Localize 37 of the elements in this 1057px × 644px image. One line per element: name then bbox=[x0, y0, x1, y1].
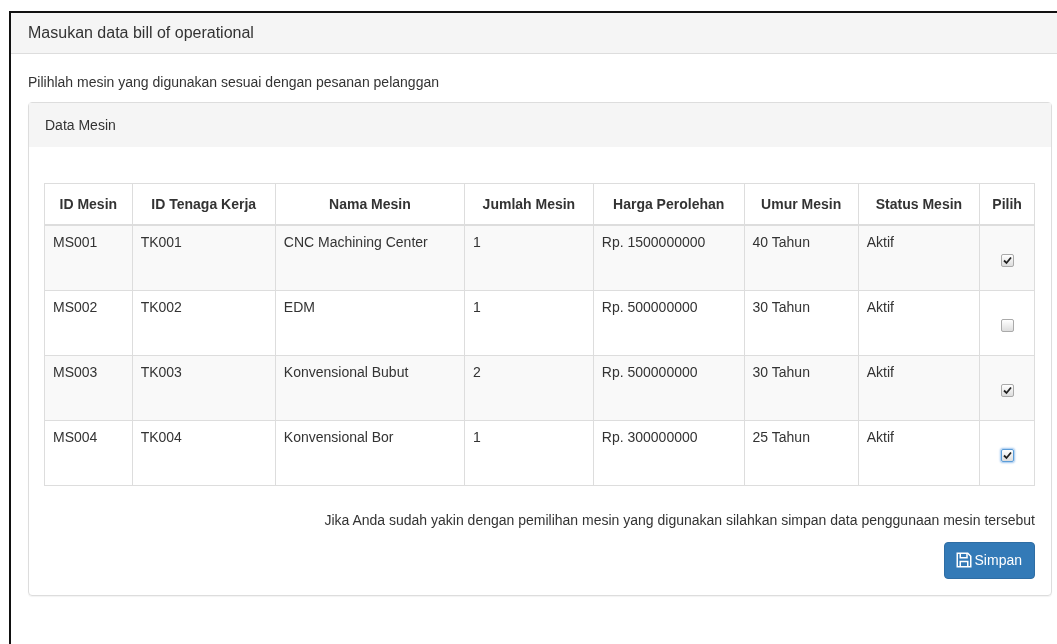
table-cell: 1 bbox=[464, 420, 594, 485]
card-title: Data Mesin bbox=[29, 103, 1051, 147]
panel-title: Masukan data bill of operational bbox=[11, 13, 1057, 54]
table-cell: TK004 bbox=[132, 420, 276, 485]
table-cell: TK002 bbox=[132, 290, 276, 355]
table-cell: 1 bbox=[464, 225, 594, 290]
table-cell: Rp. 500000000 bbox=[593, 355, 745, 420]
table-cell: 30 Tahun bbox=[744, 355, 859, 420]
table-cell: Rp. 300000000 bbox=[593, 420, 745, 485]
table-cell: 40 Tahun bbox=[744, 225, 859, 290]
checkbox[interactable] bbox=[1000, 318, 1014, 332]
instruction-text: Pilihlah mesin yang digunakan sesuai dengan pesanan pelanggan bbox=[28, 74, 440, 90]
table-cell: Aktif bbox=[858, 225, 980, 290]
table-cell: Aktif bbox=[858, 420, 980, 485]
table-cell: MS004 bbox=[44, 420, 133, 485]
table-cell: Rp. 1500000000 bbox=[593, 225, 745, 290]
checkbox[interactable] bbox=[1000, 448, 1014, 462]
table-cell: 2 bbox=[464, 355, 594, 420]
table-cell: 1 bbox=[464, 290, 594, 355]
table-cell: TK003 bbox=[132, 355, 276, 420]
table-cell: Aktif bbox=[858, 355, 980, 420]
table-cell: MS003 bbox=[44, 355, 133, 420]
table-cell: TK001 bbox=[132, 225, 276, 290]
table-cell: MS001 bbox=[44, 225, 133, 290]
checkbox[interactable] bbox=[1000, 253, 1014, 267]
table-cell: MS002 bbox=[44, 290, 133, 355]
table-cell: Rp. 500000000 bbox=[593, 290, 745, 355]
checkbox[interactable] bbox=[1000, 383, 1014, 397]
confirm-note: Jika Anda sudah yakin dengan pemilihan mesin yang digunakan silahkan simpan data penggunaan mesin tersebut bbox=[324, 511, 1035, 528]
table-cell: CNC Machining Center bbox=[275, 225, 465, 290]
table-cell: Aktif bbox=[858, 290, 980, 355]
table-cell: 30 Tahun bbox=[744, 290, 859, 355]
table-cell: Konvensional Bubut bbox=[275, 355, 465, 420]
table-cell: Konvensional Bor bbox=[275, 420, 465, 485]
table-cell: 25 Tahun bbox=[744, 420, 859, 485]
table-cell: EDM bbox=[275, 290, 465, 355]
save-button[interactable]: Simpan bbox=[943, 541, 1035, 579]
